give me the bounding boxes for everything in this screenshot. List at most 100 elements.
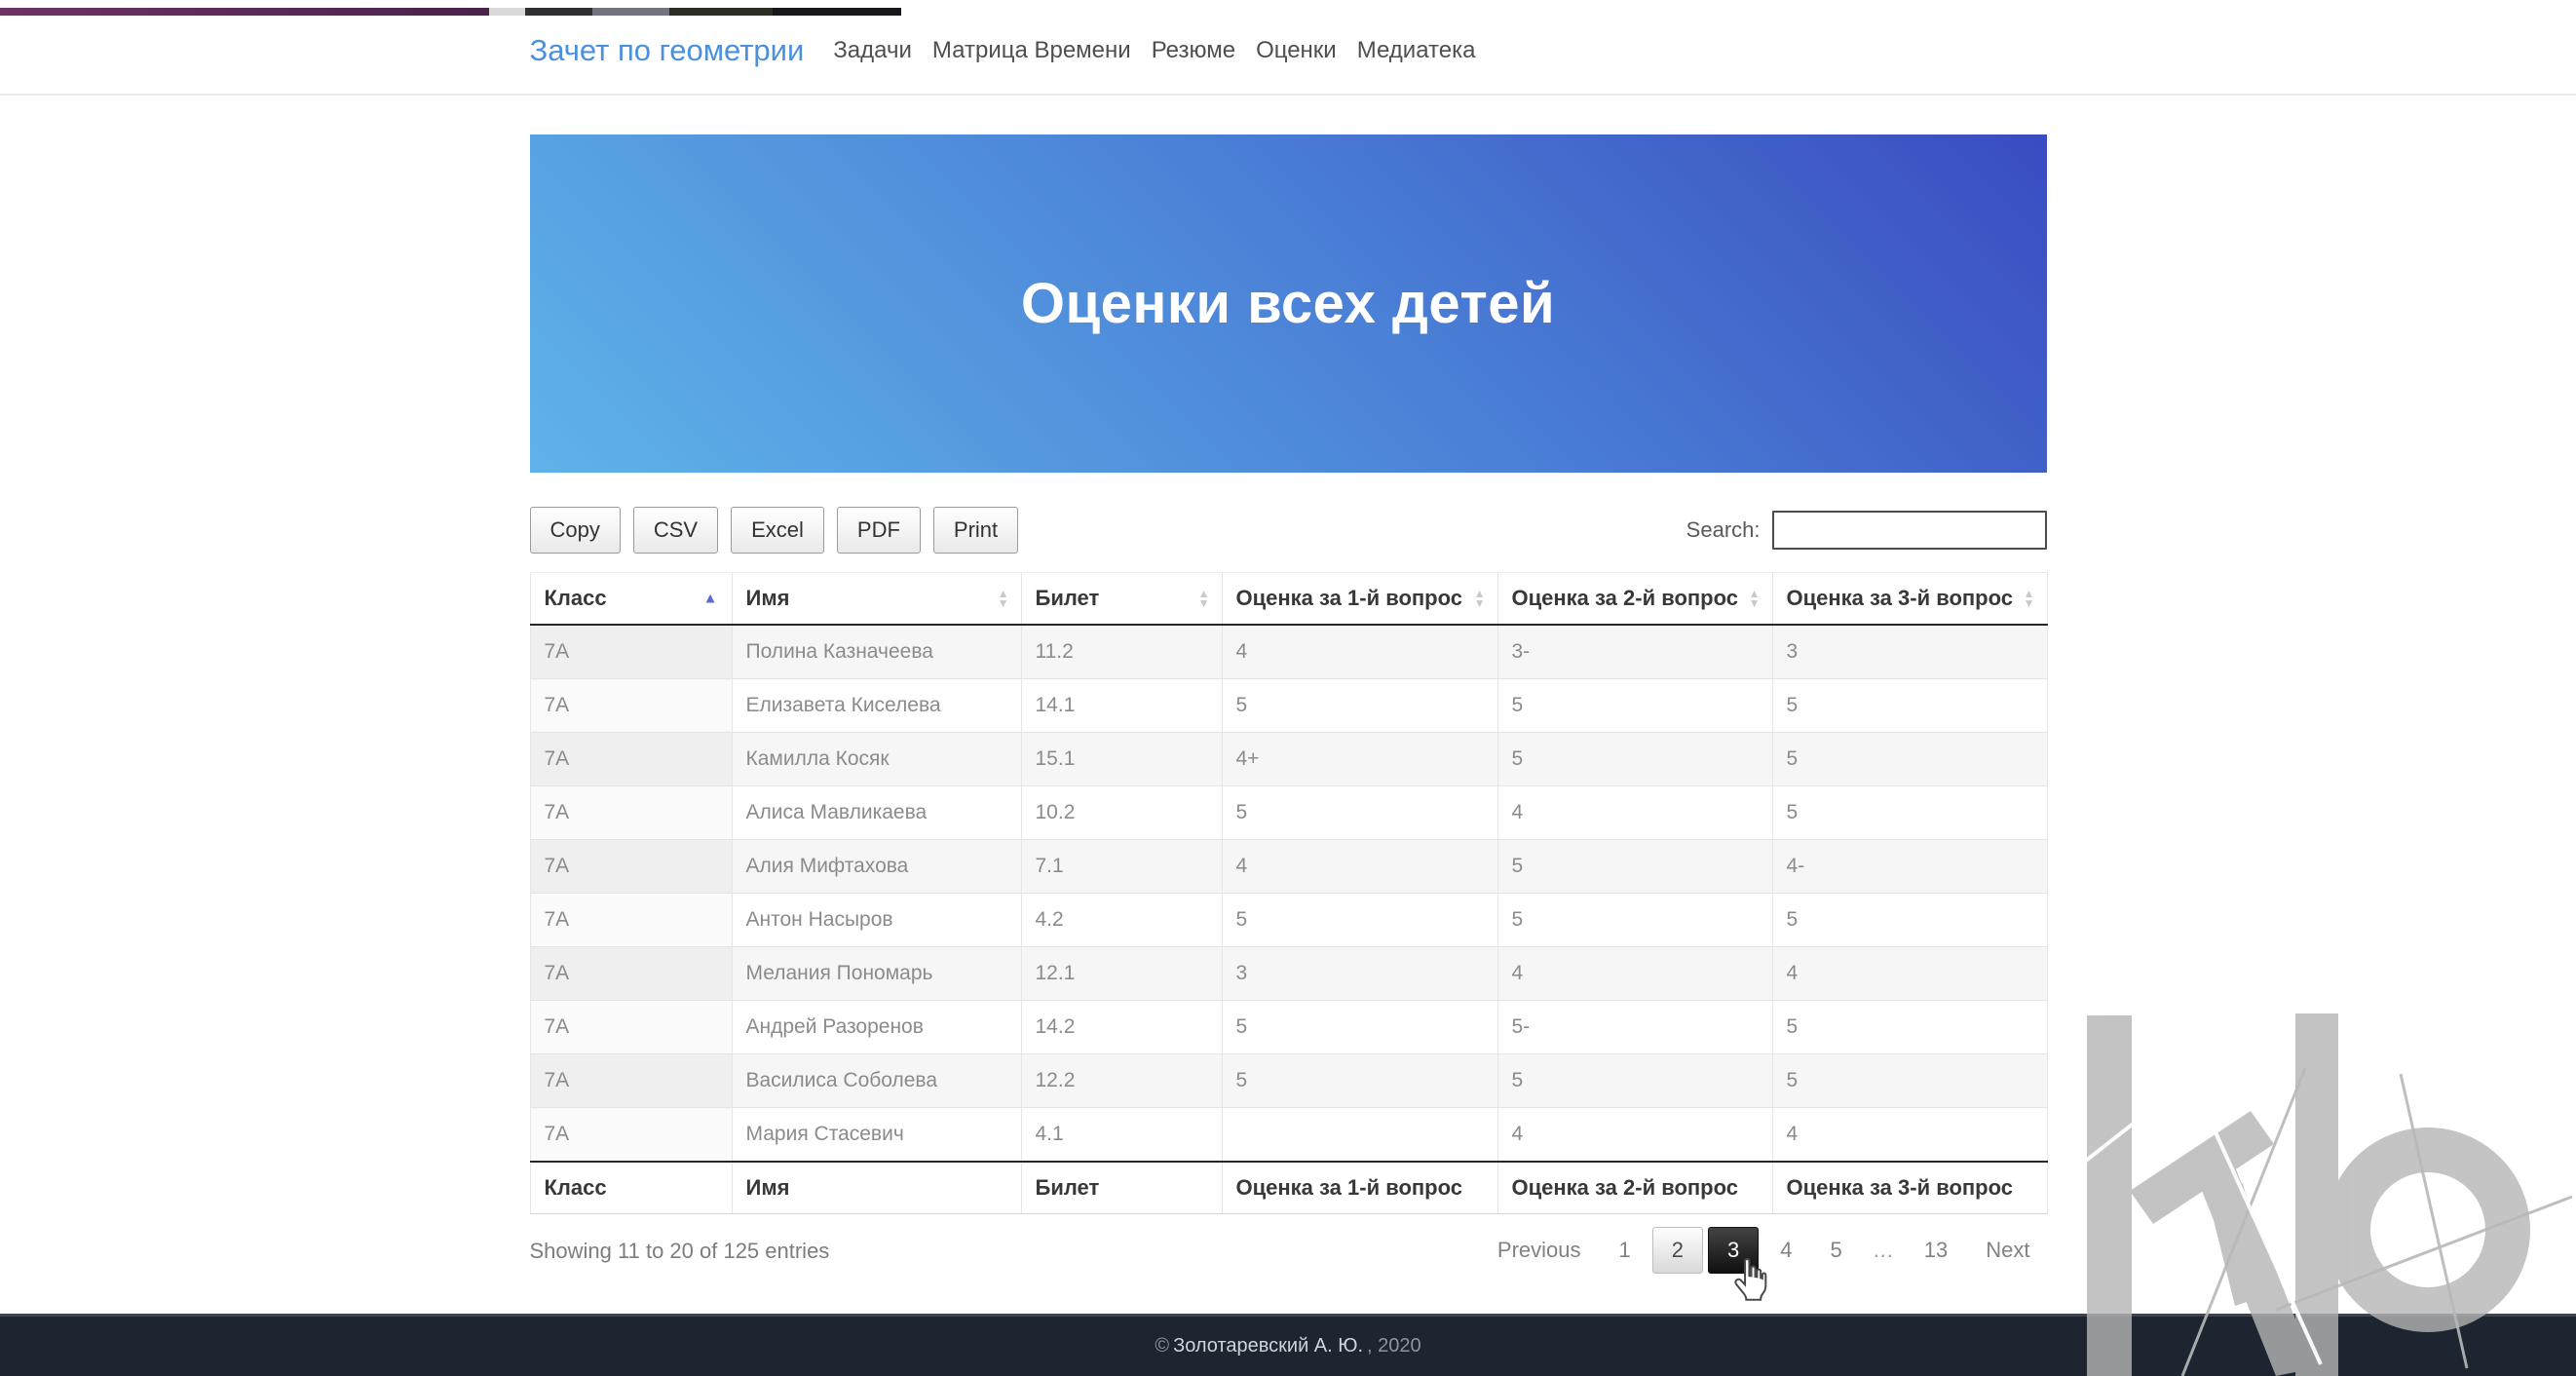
author-link[interactable]: Золотаревский А. Ю. — [1173, 1335, 1363, 1357]
table-cell: 4.2 — [1021, 894, 1222, 947]
sort-icons: ▲▼ — [1198, 589, 1210, 608]
sort-icons: ▲▼ — [2024, 589, 2035, 608]
table-cell: 4- — [1772, 840, 2047, 894]
nav-item[interactable]: Медиатека — [1357, 37, 1476, 64]
table-cell: 5 — [1497, 733, 1772, 786]
footer-column-header[interactable]: Оценка за 1-й вопрос — [1222, 1162, 1497, 1214]
sort-down-icon: ▼ — [998, 598, 1009, 608]
table-cell — [1222, 1108, 1497, 1163]
footer-column-header[interactable]: Оценка за 2-й вопрос — [1497, 1162, 1772, 1214]
table-cell: Мария Стасевич — [732, 1108, 1021, 1163]
navbar: Зачет по геометрии Задачи Матрица Времени… — [0, 8, 2576, 96]
page-button-13[interactable]: 13 — [1908, 1227, 1964, 1274]
nav-item[interactable]: Резюме — [1152, 37, 1235, 64]
table-cell: 14.2 — [1021, 1001, 1222, 1054]
table-cell: 4 — [1772, 1108, 2047, 1163]
brand-link[interactable]: Зачет по геометрии — [530, 33, 805, 68]
page-button-previous[interactable]: Previous — [1481, 1227, 1598, 1274]
table-cell: Елизавета Киселева — [732, 679, 1021, 733]
nav-item[interactable]: Оценки — [1256, 37, 1337, 64]
table-row: 7АМелания Пономарь12.1344 — [530, 947, 2047, 1001]
table-head-row: Класс▲Имя▲▼ Билет ▲▼ Оценка за 1-й вопрос▲▼… — [530, 573, 2047, 626]
sort-down-icon: ▼ — [1198, 598, 1210, 608]
table-cell: 3 — [1772, 625, 2047, 679]
column-header[interactable]: Оценка за 2-й вопрос▲▼ — [1497, 573, 1772, 626]
page-button-2[interactable]: 2 — [1652, 1227, 1703, 1274]
strip-segment — [489, 8, 525, 16]
page-title: Оценки всех детей — [1021, 271, 1555, 336]
table-cell: 5 — [1497, 679, 1772, 733]
table-row: 7ААлия Мифтахова7.1454- — [530, 840, 2047, 894]
table-cell: 14.1 — [1021, 679, 1222, 733]
table-body: 7АПолина Казначеева11.243-37АЕлизавета К… — [530, 625, 2047, 1162]
table-cell: Алиса Мавликаева — [732, 786, 1021, 840]
table-cell: 10.2 — [1021, 786, 1222, 840]
column-header[interactable]: Билет ▲▼ — [1021, 573, 1222, 626]
nav-links: Задачи Матрица Времени Резюме Оценки Медиате… — [833, 37, 1475, 64]
export-button[interactable]: CSV — [633, 507, 718, 554]
table-cell: 5 — [1497, 840, 1772, 894]
table-cell: 4 — [1222, 625, 1497, 679]
nav-item[interactable]: Матрица Времени — [932, 37, 1131, 64]
column-header[interactable]: Имя▲▼ — [732, 573, 1021, 626]
strip-segment — [0, 8, 489, 16]
table-cell: 5 — [1222, 679, 1497, 733]
page-button-3[interactable]: 3 — [1708, 1227, 1759, 1274]
sort-down-icon: ▼ — [2024, 598, 2035, 608]
table-cell: 5 — [1772, 733, 2047, 786]
table-cell: 5 — [1222, 894, 1497, 947]
strip-segment — [592, 8, 669, 16]
export-button[interactable]: Excel — [731, 507, 824, 554]
table-row: 7ААлиса Мавликаева10.2545 — [530, 786, 2047, 840]
sort-down-icon: ▼ — [1749, 598, 1761, 608]
table-cell: 3- — [1497, 625, 1772, 679]
table-cell: 5 — [1772, 894, 2047, 947]
footer-column-header[interactable]: Оценка за 3-й вопрос — [1772, 1162, 2047, 1214]
pagination: Previous123 45…13Next — [1481, 1227, 2047, 1274]
search-input[interactable] — [1772, 511, 2047, 550]
page-button-5[interactable]: 5 — [1814, 1227, 1859, 1274]
table-cell: Мелания Пономарь — [732, 947, 1021, 1001]
table-cell: 4.1 — [1021, 1108, 1222, 1163]
footer-column-header[interactable]: Билет — [1021, 1162, 1222, 1214]
column-header[interactable]: Оценка за 1-й вопрос▲▼ — [1222, 573, 1497, 626]
strip-segment — [525, 8, 592, 16]
export-button[interactable]: PDF — [837, 507, 921, 554]
table-cell: 7А — [530, 840, 732, 894]
table-row: 7ААндрей Разоренов14.255-5 — [530, 1001, 2047, 1054]
column-header-label: Оценка за 3-й вопрос — [1787, 586, 2014, 610]
entries-info: Showing 11 to 20 of 125 entries — [530, 1227, 830, 1264]
page-button-next[interactable]: Next — [1969, 1227, 2046, 1274]
column-header[interactable]: Оценка за 3-й вопрос ▲▼ — [1772, 573, 2047, 626]
footer-column-header[interactable]: Класс — [530, 1162, 732, 1214]
table-cell: 7А — [530, 947, 732, 1001]
table-cell: 4 — [1497, 1108, 1772, 1163]
table-toolbar: CopyCSVExcelPDFPrint Search: — [530, 505, 2047, 555]
table-row: 7АКамилла Косяк15.14+55 — [530, 733, 2047, 786]
page-button-1[interactable]: 1 — [1603, 1227, 1648, 1274]
column-header[interactable]: Класс▲ — [530, 573, 732, 626]
grades-table: Класс▲Имя▲▼Билет▲▼Оценка за 1-й вопрос▲▼… — [530, 572, 2048, 1214]
export-button[interactable]: Print — [933, 507, 1018, 554]
table-cell: 4+ — [1222, 733, 1497, 786]
sort-icons: ▲▼ — [998, 589, 1009, 608]
table-cell: 7А — [530, 1054, 732, 1108]
column-header-label: Билет — [1036, 586, 1100, 610]
table-cell: 7А — [530, 625, 732, 679]
nav-item[interactable]: Задачи — [833, 37, 912, 64]
table-cell: 4 — [1772, 947, 2047, 1001]
export-button[interactable]: Copy — [530, 507, 621, 554]
table-cell: 4 — [1497, 786, 1772, 840]
footer-column-header[interactable]: Имя — [732, 1162, 1021, 1214]
table-cell: 5- — [1497, 1001, 1772, 1054]
table-cell: 7А — [530, 679, 732, 733]
table-cell: Василиса Соболева — [732, 1054, 1021, 1108]
table-cell: 5 — [1222, 786, 1497, 840]
strip-segment — [669, 8, 773, 16]
table-cell: 5 — [1497, 1054, 1772, 1108]
copyright-suffix: , 2020 — [1367, 1335, 1421, 1357]
table-cell: 7.1 — [1021, 840, 1222, 894]
main-content: Оценки всех детей Copy CSV Excel PDF Print S… — [530, 96, 2047, 1274]
table-row: 7АПолина Казначеева11.243-3 — [530, 625, 2047, 679]
table-cell: 5 — [1222, 1001, 1497, 1054]
